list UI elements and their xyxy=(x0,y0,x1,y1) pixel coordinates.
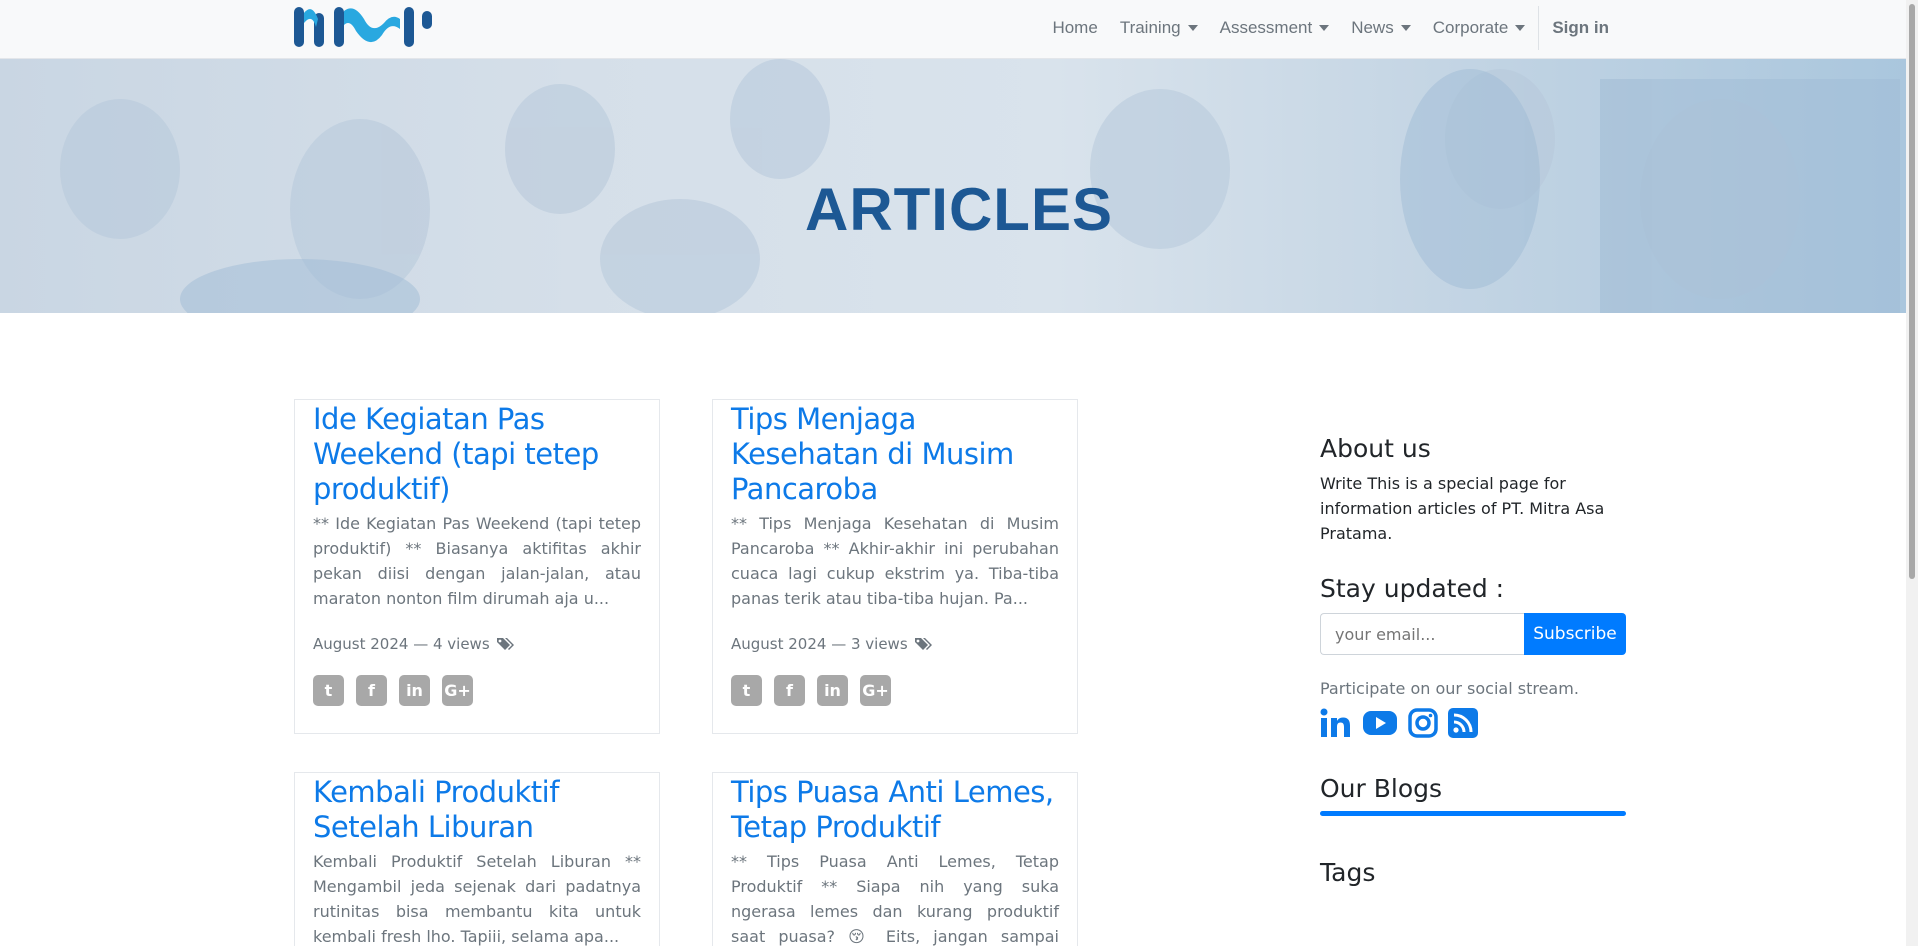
section-divider xyxy=(1320,811,1626,816)
article-title-link[interactable]: Tips Puasa Anti Lemes, Tetap Produktif xyxy=(731,775,1059,845)
linkedin-icon[interactable]: in xyxy=(817,675,848,706)
rss-icon[interactable] xyxy=(1448,708,1478,738)
tags-heading: Tags xyxy=(1320,858,1376,887)
article-excerpt: Kembali Produktif Setelah Liburan ** Men… xyxy=(313,852,641,946)
scrollbar-thumb[interactable] xyxy=(1909,4,1915,579)
chevron-down-icon xyxy=(1515,25,1526,31)
page-title: ARTICLES xyxy=(805,176,1113,243)
youtube-icon[interactable] xyxy=(1362,709,1398,737)
chevron-down-icon xyxy=(1187,25,1198,31)
main-nav: Home Training Assessment News Corporate … xyxy=(1041,0,1620,56)
linkedin-icon[interactable]: in xyxy=(399,675,430,706)
facebook-icon[interactable]: f xyxy=(356,675,387,706)
nav-assessment[interactable]: Assessment xyxy=(1209,18,1341,38)
sidebar: About us Write This is a special page fo… xyxy=(1320,434,1626,887)
share-buttons: t f in G+ xyxy=(313,675,641,706)
linkedin-icon[interactable] xyxy=(1320,708,1352,738)
email-field[interactable] xyxy=(1320,613,1524,655)
chevron-down-icon xyxy=(1319,25,1330,31)
subscribe-button[interactable]: Subscribe xyxy=(1524,613,1626,655)
tags-icon xyxy=(914,638,932,650)
about-heading: About us xyxy=(1320,434,1431,463)
tags-icon xyxy=(496,638,514,650)
article-card: Tips Menjaga Kesehatan di Musim Pancarob… xyxy=(712,399,1078,734)
nav-home[interactable]: Home xyxy=(1041,18,1108,38)
article-excerpt: ** Tips Puasa Anti Lemes, Tetap Produkti… xyxy=(731,852,1059,946)
article-excerpt: ** Ide Kegiatan Pas Weekend (tapi tetep … xyxy=(313,514,641,608)
nav-training[interactable]: Training xyxy=(1109,18,1209,38)
hero-banner: ARTICLES xyxy=(0,59,1918,313)
twitter-icon[interactable]: t xyxy=(313,675,344,706)
article-card: Tips Puasa Anti Lemes, Tetap Produktif *… xyxy=(712,772,1078,946)
article-card: Ide Kegiatan Pas Weekend (tapi tetep pro… xyxy=(294,399,660,734)
chevron-down-icon xyxy=(1400,25,1411,31)
social-links xyxy=(1320,708,1626,738)
about-text: Write This is a special page for informa… xyxy=(1320,474,1605,543)
facebook-icon[interactable]: f xyxy=(774,675,805,706)
sign-in-link[interactable]: Sign in xyxy=(1541,18,1620,38)
participate-text: Participate on our social stream. xyxy=(1320,679,1579,698)
article-title-link[interactable]: Kembali Produktif Setelah Liburan xyxy=(313,775,641,845)
twitter-icon[interactable]: t xyxy=(731,675,762,706)
stay-updated-heading: Stay updated : xyxy=(1320,574,1505,603)
nav-divider xyxy=(1538,6,1540,50)
article-title-link[interactable]: Ide Kegiatan Pas Weekend (tapi tetep pro… xyxy=(313,402,641,507)
logo[interactable] xyxy=(292,5,437,49)
our-blogs-heading: Our Blogs xyxy=(1320,774,1443,803)
article-title-link[interactable]: Tips Menjaga Kesehatan di Musim Pancarob… xyxy=(731,402,1059,507)
article-meta: August 2024 — 4 views xyxy=(313,635,641,653)
google-plus-icon[interactable]: G+ xyxy=(442,675,473,706)
share-buttons: t f in G+ xyxy=(731,675,1059,706)
nav-corporate[interactable]: Corporate xyxy=(1422,18,1537,38)
instagram-icon[interactable] xyxy=(1408,708,1438,738)
article-excerpt: ** Tips Menjaga Kesehatan di Musim Panca… xyxy=(731,514,1059,608)
google-plus-icon[interactable]: G+ xyxy=(860,675,891,706)
subscribe-form: Subscribe xyxy=(1320,613,1626,655)
nav-news[interactable]: News xyxy=(1340,18,1422,38)
article-card: Kembali Produktif Setelah Liburan Kembal… xyxy=(294,772,660,946)
page-scrollbar[interactable] xyxy=(1906,0,1918,946)
navbar: Home Training Assessment News Corporate … xyxy=(0,0,1918,59)
article-meta: August 2024 — 3 views xyxy=(731,635,1059,653)
